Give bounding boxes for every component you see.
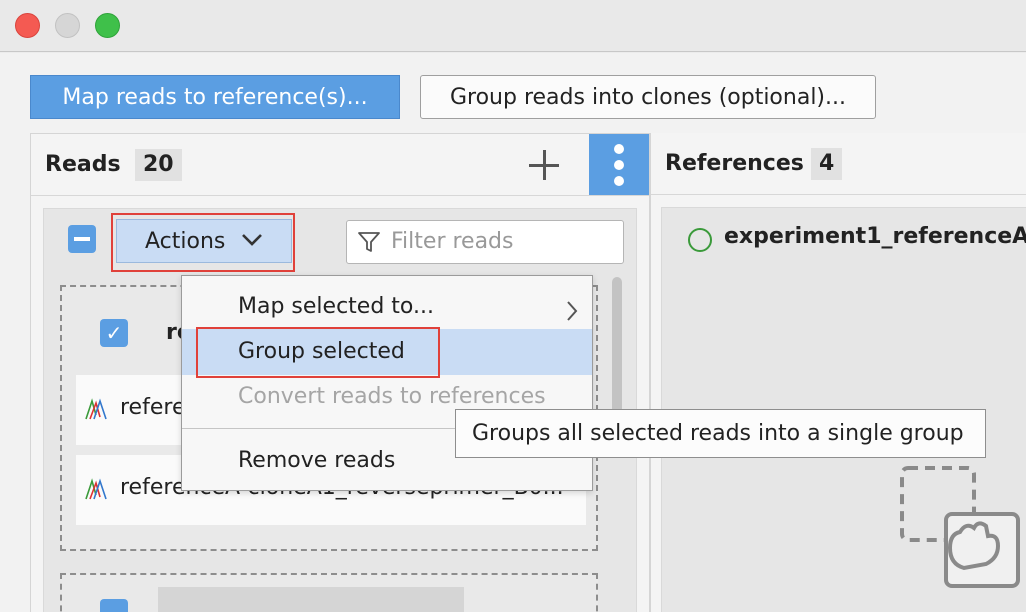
tooltip: Groups all selected reads into a single … xyxy=(455,409,986,458)
actions-annotation-box xyxy=(111,213,295,272)
chromatogram-icon xyxy=(85,398,107,420)
references-count-badge: 4 xyxy=(811,148,843,180)
menu-item-map-selected[interactable]: Map selected to... xyxy=(182,284,592,330)
group-checkbox[interactable]: ✓ xyxy=(100,319,128,347)
filter-reads-input[interactable]: Filter reads xyxy=(346,220,624,264)
references-title: References xyxy=(665,151,804,176)
more-options-icon[interactable] xyxy=(589,134,649,195)
minimize-window-button[interactable] xyxy=(55,13,80,38)
group-name[interactable] xyxy=(158,587,464,612)
reference-status-icon xyxy=(688,228,712,252)
chromatogram-icon xyxy=(85,478,107,500)
read-group xyxy=(60,573,598,612)
group-selected-annotation-box xyxy=(196,327,440,378)
filter-icon xyxy=(358,232,380,252)
maximize-window-button[interactable] xyxy=(95,13,120,38)
title-bar xyxy=(0,0,1026,52)
select-all-checkbox[interactable] xyxy=(68,225,96,253)
actions-menu: Map selected to... Group selected Conver… xyxy=(181,275,593,491)
map-reads-button[interactable]: Map reads to reference(s)... xyxy=(30,75,400,119)
filter-placeholder: Filter reads xyxy=(391,229,514,254)
group-reads-button[interactable]: Group reads into clones (optional)... xyxy=(420,75,876,119)
reads-count-badge: 20 xyxy=(135,149,182,181)
drag-drop-icon xyxy=(900,466,1020,588)
references-panel: References 4 experiment1_referenceA_lo xyxy=(650,133,1026,612)
reads-header: Reads 20 xyxy=(31,134,649,196)
menu-item-label: Map selected to... xyxy=(238,294,434,319)
add-icon[interactable] xyxy=(521,142,567,188)
references-header: References 4 xyxy=(651,133,1026,195)
group-checkbox[interactable] xyxy=(100,599,128,612)
reads-title: Reads xyxy=(45,152,121,177)
reference-name[interactable]: experiment1_referenceA_lo xyxy=(724,224,1026,249)
close-window-button[interactable] xyxy=(15,13,40,38)
